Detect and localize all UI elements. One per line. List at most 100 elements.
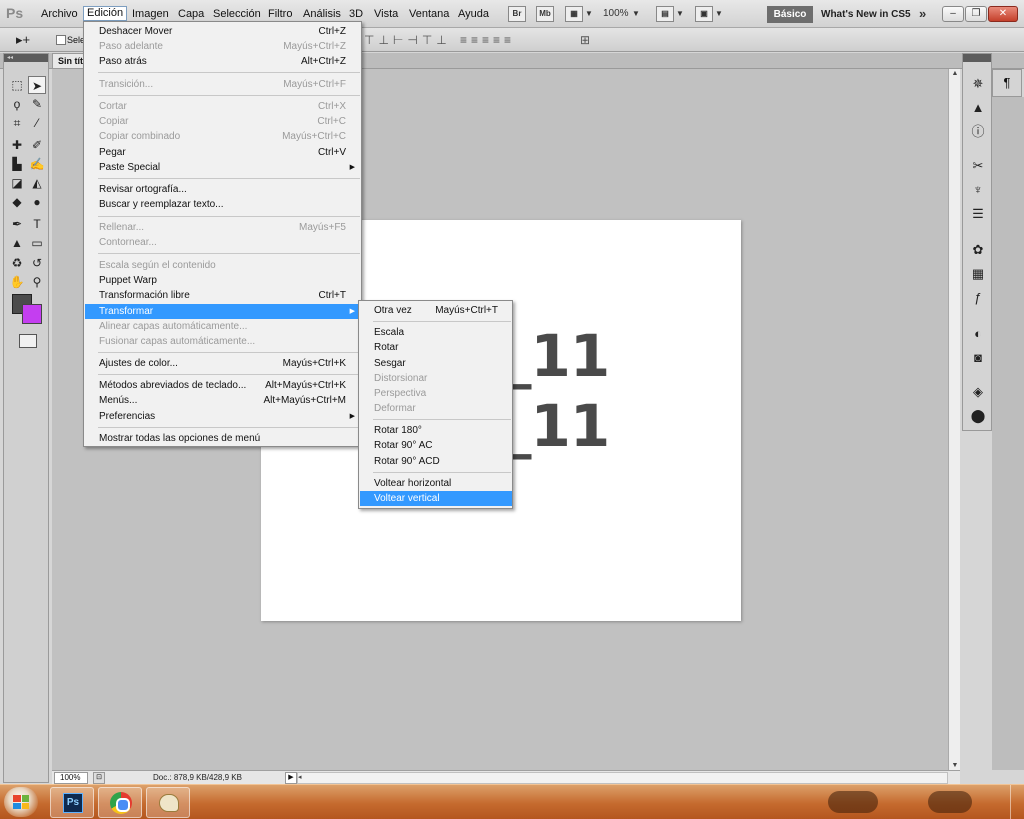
more-workspaces-icon[interactable]: »: [919, 6, 926, 21]
align-icons[interactable]: ⊤⊥⊢⊣⊤⊥: [364, 33, 451, 47]
menu-capa[interactable]: Capa: [175, 7, 207, 22]
adjustments-icon[interactable]: ◐: [969, 326, 987, 342]
dodge-tool-icon[interactable]: ●: [28, 193, 46, 211]
menu-item-menus[interactable]: Menús... Alt+Mayús+Ctrl+M: [85, 393, 361, 408]
path-select-icon[interactable]: ▲: [8, 234, 26, 252]
menu-imagen[interactable]: Imagen: [129, 7, 172, 22]
menu-seleccion[interactable]: Selección: [210, 7, 264, 22]
submenu-item-otra-vez[interactable]: Otra vez Mayús+Ctrl+T: [360, 303, 512, 318]
submenu-item-rotar-90-acd[interactable]: Rotar 90° ACD: [360, 454, 512, 469]
type-tool-icon[interactable]: T: [28, 215, 46, 233]
3d-rotate-icon[interactable]: ♻: [8, 254, 26, 272]
close-button[interactable]: ✕: [988, 6, 1018, 22]
chevron-down-icon[interactable]: ▼: [632, 9, 640, 18]
status-info-icon[interactable]: ⊡: [93, 772, 105, 784]
chevron-down-icon[interactable]: ▼: [676, 9, 684, 18]
status-zoom-field[interactable]: 100%: [54, 772, 88, 784]
menu-item-transformar[interactable]: Transformar ▶: [85, 304, 361, 319]
submenu-item-voltear-horizontal[interactable]: Voltear horizontal: [360, 476, 512, 491]
move-tool-icon[interactable]: ➤: [28, 76, 46, 94]
menu-item-ajustes-color[interactable]: Ajustes de color... Mayús+Ctrl+K: [85, 356, 361, 371]
eyedropper-tool-icon[interactable]: ⁄: [28, 114, 46, 132]
auto-select-checkbox[interactable]: [56, 35, 66, 45]
status-menu-icon[interactable]: ▶: [285, 772, 297, 784]
quick-mask-icon[interactable]: [19, 334, 37, 348]
paint-bucket-icon[interactable]: ◭: [28, 174, 46, 192]
clone-stamp-icon[interactable]: ▙: [8, 155, 26, 173]
document-tab[interactable]: Sin títu: [52, 53, 86, 69]
scroll-up-icon[interactable]: ▲: [950, 70, 960, 77]
arrange-documents-icon[interactable]: ▤: [656, 6, 674, 22]
menu-item-pegar[interactable]: Pegar Ctrl+V: [85, 145, 361, 160]
layers-icon[interactable]: ◈: [969, 384, 987, 400]
3d-orbit-icon[interactable]: ↺: [28, 254, 46, 272]
pen-tool-icon[interactable]: ✒: [8, 215, 26, 233]
menu-item-paso-atras[interactable]: Paso atrás Alt+Ctrl+Z: [85, 54, 361, 69]
background-color-swatch[interactable]: [22, 304, 42, 324]
navigator-icon[interactable]: ✵: [969, 76, 987, 92]
chevron-down-icon[interactable]: ▼: [715, 9, 723, 18]
menu-item-revisar-ortografia[interactable]: Revisar ortografía...: [85, 182, 361, 197]
menu-ayuda[interactable]: Ayuda: [455, 7, 492, 22]
move-tool-icon[interactable]: ▸+: [16, 32, 30, 48]
menu-item-paste-special[interactable]: Paste Special ▶: [85, 160, 361, 175]
chevron-down-icon[interactable]: ▼: [585, 9, 593, 18]
bridge-icon[interactable]: Br: [508, 6, 526, 22]
show-desktop-button[interactable]: [1010, 785, 1024, 819]
submenu-item-rotar-90-ac[interactable]: Rotar 90° AC: [360, 438, 512, 453]
lasso-tool-icon[interactable]: ϙ: [8, 95, 26, 113]
menu-edicion[interactable]: Edición: [83, 6, 128, 21]
blur-tool-icon[interactable]: ◆: [8, 193, 26, 211]
menu-item-mostrar-opciones[interactable]: Mostrar todas las opciones de menú: [85, 431, 361, 446]
marquee-tool-icon[interactable]: ⬚: [8, 76, 26, 94]
menu-item-deshacer[interactable]: Deshacer Mover Ctrl+Z: [85, 24, 361, 39]
vertical-scrollbar[interactable]: ▲ ▼: [948, 69, 960, 770]
menu-item-transformacion-libre[interactable]: Transformación libre Ctrl+T: [85, 288, 361, 303]
eraser-tool-icon[interactable]: ◪: [8, 174, 26, 192]
scroll-down-icon[interactable]: ▼: [950, 762, 960, 769]
history-brush-icon[interactable]: ✍: [28, 155, 46, 173]
panel-expand-icon[interactable]: [963, 54, 991, 62]
histogram-icon[interactable]: ▲: [969, 100, 987, 116]
taskbar-paint[interactable]: [146, 787, 190, 818]
tool-presets-icon[interactable]: ✂: [969, 158, 987, 174]
clone-source-icon[interactable]: ♆: [969, 182, 987, 198]
menu-item-buscar-reemplazar[interactable]: Buscar y reemplazar texto...: [85, 197, 361, 212]
menu-archivo[interactable]: Archivo: [38, 7, 81, 22]
taskbar-photoshop[interactable]: Ps: [50, 787, 94, 818]
zoom-level[interactable]: 100%: [603, 8, 629, 19]
brush-tool-icon[interactable]: ✐: [28, 136, 46, 154]
crop-tool-icon[interactable]: ⌗: [8, 114, 26, 132]
start-button[interactable]: [4, 787, 38, 817]
hand-tool-icon[interactable]: ✋: [8, 273, 26, 291]
submenu-item-rotar-180[interactable]: Rotar 180°: [360, 423, 512, 438]
color-icon[interactable]: ✿: [969, 242, 987, 258]
swatches-icon[interactable]: ▦: [969, 266, 987, 282]
panel-collapse-icon[interactable]: ◂◂: [4, 54, 48, 62]
masks-icon[interactable]: ◙: [969, 350, 987, 366]
shape-tool-icon[interactable]: ▭: [28, 234, 46, 252]
channels-icon[interactable]: ⬤: [969, 408, 987, 424]
submenu-item-sesgar[interactable]: Sesgar: [360, 356, 512, 371]
workspace-basico-button[interactable]: Básico: [767, 6, 813, 23]
submenu-item-voltear-vertical[interactable]: Voltear vertical: [360, 491, 512, 506]
restore-button[interactable]: ❐: [965, 6, 987, 22]
distribute-icons[interactable]: ≡≡≡≡≡: [460, 33, 515, 47]
menu-item-preferencias[interactable]: Preferencias ▶: [85, 409, 361, 424]
screen-mode-icon[interactable]: ▣: [695, 6, 713, 22]
minimize-button[interactable]: ‒: [942, 6, 964, 22]
horizontal-scrollbar[interactable]: ◂: [297, 772, 948, 784]
menu-vista[interactable]: Vista: [371, 7, 401, 22]
brush-presets-icon[interactable]: ☰: [969, 206, 987, 222]
auto-align-icon[interactable]: ⊞: [580, 33, 594, 47]
quick-select-tool-icon[interactable]: ✎: [28, 95, 46, 113]
menu-3d[interactable]: 3D: [346, 7, 366, 22]
menu-ventana[interactable]: Ventana: [406, 7, 452, 22]
menu-item-metodos-abreviados[interactable]: Métodos abreviados de teclado... Alt+Mayú…: [85, 378, 361, 393]
healing-brush-icon[interactable]: ✚: [8, 136, 26, 154]
submenu-item-rotar[interactable]: Rotar: [360, 340, 512, 355]
styles-icon[interactable]: ƒ: [969, 290, 987, 306]
submenu-item-escala[interactable]: Escala: [360, 325, 512, 340]
menu-filtro[interactable]: Filtro: [265, 7, 295, 22]
info-icon[interactable]: ⓘ: [969, 124, 987, 140]
